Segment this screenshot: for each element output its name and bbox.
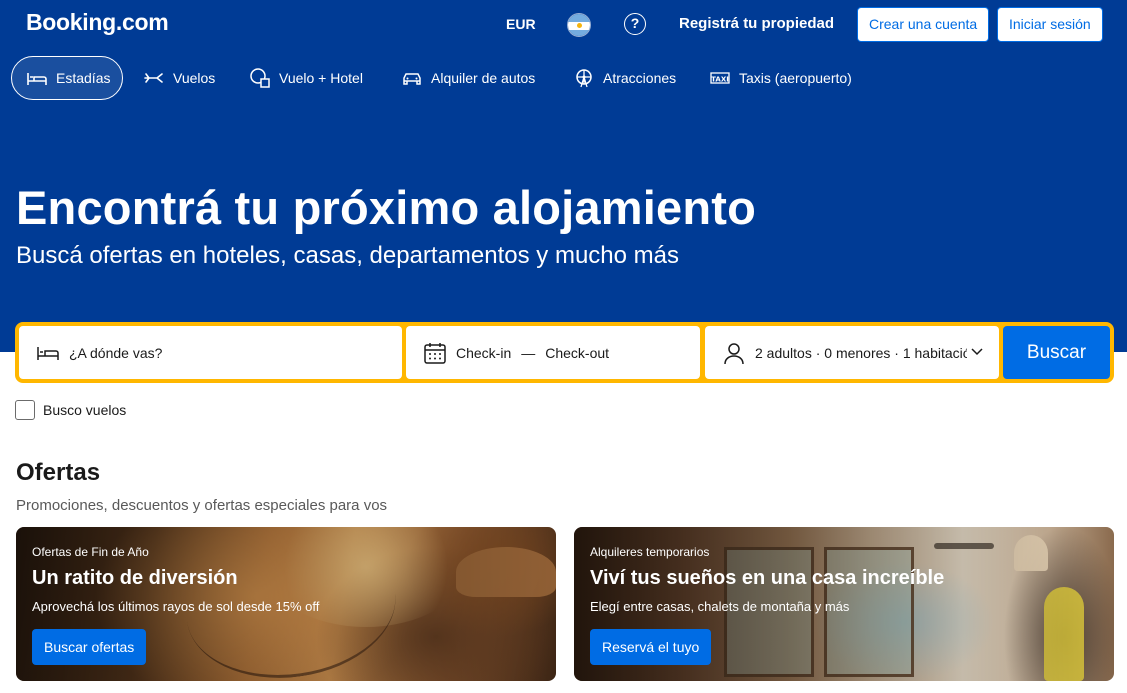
- search-deals-button[interactable]: Buscar ofertas: [32, 629, 147, 665]
- register-property-link[interactable]: Registrá tu propiedad: [679, 15, 834, 32]
- tab-airport-taxis-label: Taxis (aeropuerto): [739, 70, 852, 86]
- ferris-wheel-icon: [573, 67, 595, 89]
- car-icon: [401, 67, 423, 89]
- question-mark-icon[interactable]: ?: [624, 13, 646, 35]
- search-bar: ¿A dónde vas? Check-in — Check-out 2 adu…: [15, 322, 1114, 383]
- tab-attractions-label: Atracciones: [603, 70, 677, 86]
- tab-stays-label: Estadías: [56, 70, 111, 86]
- hero-background: [0, 0, 1127, 352]
- date-separator: —: [521, 344, 536, 361]
- tab-flights-label: Vuelos: [173, 70, 216, 86]
- tab-car-rental[interactable]: Alquiler de autos: [401, 56, 535, 100]
- plane-icon: [143, 67, 165, 89]
- flight-hotel-icon: [249, 67, 271, 89]
- card-description: Aprovechá los últimos rayos de sol desde…: [32, 599, 320, 614]
- argentina-flag-icon[interactable]: [567, 13, 591, 37]
- card-title: Viví tus sueños en una casa increíble: [590, 567, 945, 589]
- destination-input[interactable]: ¿A dónde vas?: [19, 326, 402, 379]
- offers-title: Ofertas: [16, 459, 101, 486]
- tab-car-rental-label: Alquiler de autos: [431, 70, 536, 86]
- booking-logo[interactable]: Booking.com: [26, 9, 169, 36]
- search-button[interactable]: Buscar: [1003, 326, 1110, 379]
- taxi-icon: TAXI: [709, 67, 731, 89]
- calendar-icon: [422, 340, 448, 366]
- checkout-label: Check-out: [545, 344, 610, 361]
- tab-attractions[interactable]: Atracciones: [573, 56, 676, 100]
- card-description: Elegí entre casas, chalets de montaña y …: [590, 599, 850, 614]
- tab-flight-hotel-label: Vuelo + Hotel: [279, 70, 363, 86]
- offer-card-vacation-rentals[interactable]: Alquileres temporarios Viví tus sueños e…: [574, 527, 1114, 681]
- bed-icon: [26, 67, 48, 89]
- guests-selector[interactable]: 2 adultos · 0 menores · 1 habitación: [705, 326, 999, 379]
- chevron-down-icon: [971, 344, 983, 360]
- hero-subtitle: Buscá ofertas en hoteles, casas, departa…: [16, 242, 680, 269]
- tab-airport-taxis[interactable]: TAXI Taxis (aeropuerto): [709, 56, 852, 100]
- card-kicker: Alquileres temporarios: [590, 545, 710, 559]
- destination-placeholder: ¿A dónde vas?: [69, 344, 163, 361]
- checkin-label: Check-in: [456, 344, 512, 361]
- checkbox[interactable]: [15, 400, 35, 420]
- offers-subtitle: Promociones, descuentos y ofertas especi…: [16, 497, 388, 514]
- flight-checkbox-label: Busco vuelos: [43, 402, 127, 418]
- card-kicker: Ofertas de Fin de Año: [32, 545, 149, 559]
- create-account-button[interactable]: Crear una cuenta: [857, 7, 990, 42]
- guests-summary: 2 adultos · 0 menores · 1 habitación: [755, 344, 967, 361]
- tab-stays[interactable]: Estadías: [11, 56, 123, 100]
- login-button[interactable]: Iniciar sesión: [997, 7, 1103, 42]
- tab-flight-hotel[interactable]: Vuelo + Hotel: [249, 56, 363, 100]
- card-title: Un ratito de diversión: [32, 567, 238, 589]
- person-icon: [721, 340, 747, 366]
- offer-card-year-end[interactable]: Ofertas de Fin de Año Un ratito de diver…: [16, 527, 556, 681]
- currency-selector[interactable]: EUR: [506, 16, 536, 32]
- date-picker[interactable]: Check-in — Check-out: [406, 326, 700, 379]
- hero-title: Encontrá tu próximo alojamiento: [16, 181, 757, 234]
- tab-flights[interactable]: Vuelos: [143, 56, 215, 100]
- svg-text:TAXI: TAXI: [711, 76, 729, 84]
- bed-icon: [35, 340, 61, 366]
- book-yours-button[interactable]: Reservá el tuyo: [590, 629, 712, 665]
- flight-search-checkbox[interactable]: Busco vuelos: [15, 400, 126, 420]
